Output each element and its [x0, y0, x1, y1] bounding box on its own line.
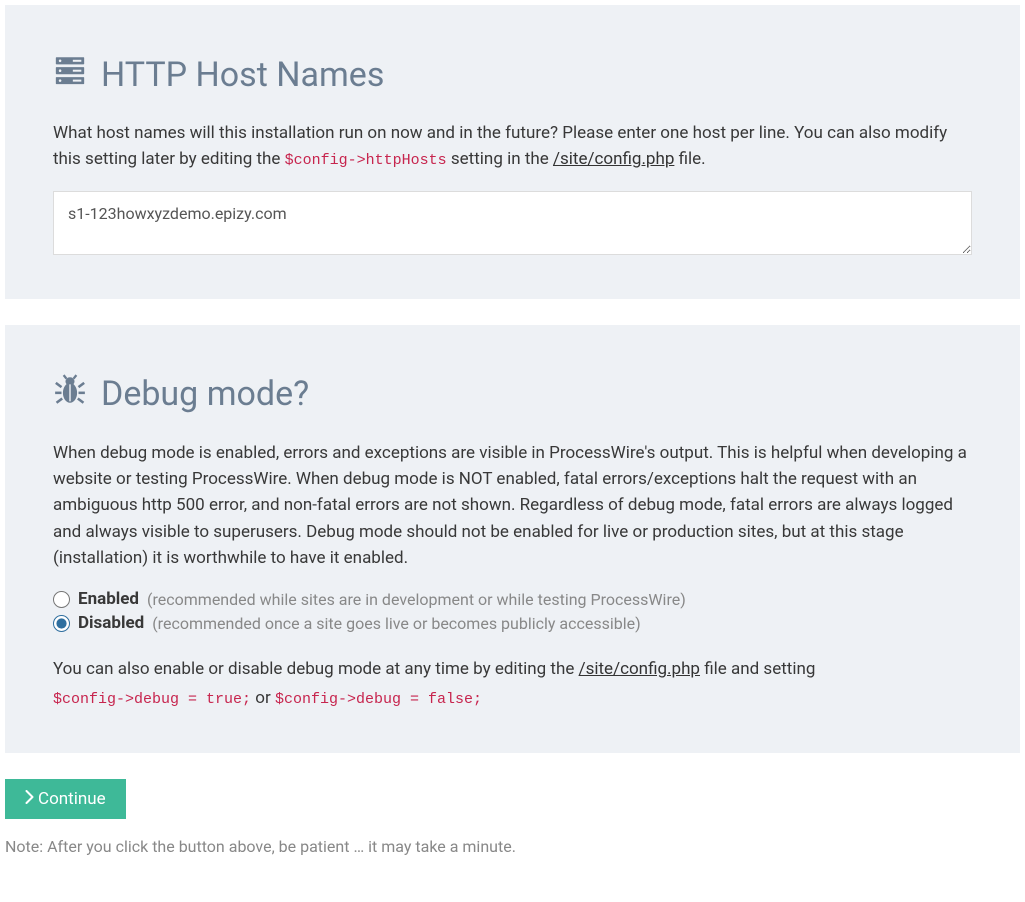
debug-disabled-radio[interactable] — [53, 615, 70, 632]
debug-disabled-hint: (recommended once a site goes live or be… — [152, 614, 641, 633]
debug-heading: Debug mode? — [53, 373, 972, 416]
debug-title: Debug mode? — [101, 374, 309, 414]
debug-disabled-option[interactable]: Disabled (recommended once a site goes l… — [53, 613, 972, 633]
continue-button[interactable]: Continue — [5, 779, 126, 819]
hostnames-description: What host names will this installation r… — [53, 120, 972, 173]
debug-panel: Debug mode? When debug mode is enabled, … — [5, 325, 1020, 754]
hostnames-input[interactable] — [53, 191, 972, 255]
hostnames-panel: HTTP Host Names What host names will thi… — [5, 5, 1020, 299]
code-httphosts: $config->httpHosts — [285, 152, 447, 169]
debug-footer-note: You can also enable or disable debug mod… — [53, 655, 972, 713]
code-debug-true: $config->debug = true; — [53, 691, 251, 708]
code-debug-false: $config->debug = false; — [275, 691, 482, 708]
debug-enabled-option[interactable]: Enabled (recommended while sites are in … — [53, 589, 972, 609]
hostnames-heading: HTTP Host Names — [53, 53, 972, 96]
debug-enabled-hint: (recommended while sites are in developm… — [147, 590, 686, 609]
debug-disabled-label: Disabled — [78, 613, 144, 633]
hostnames-title: HTTP Host Names — [101, 55, 384, 95]
debug-enabled-label: Enabled — [78, 589, 139, 609]
continue-label: Continue — [38, 789, 106, 809]
bug-icon — [53, 373, 87, 416]
server-icon — [53, 53, 87, 96]
debug-radio-group: Enabled (recommended while sites are in … — [53, 589, 972, 633]
config-file-path-2: /site/config.php — [579, 659, 700, 679]
debug-description: When debug mode is enabled, errors and e… — [53, 440, 972, 572]
debug-enabled-radio[interactable] — [53, 591, 70, 608]
chevron-right-icon — [25, 789, 34, 809]
bottom-note: Note: After you click the button above, … — [5, 837, 1020, 856]
config-file-path: /site/config.php — [553, 149, 674, 169]
